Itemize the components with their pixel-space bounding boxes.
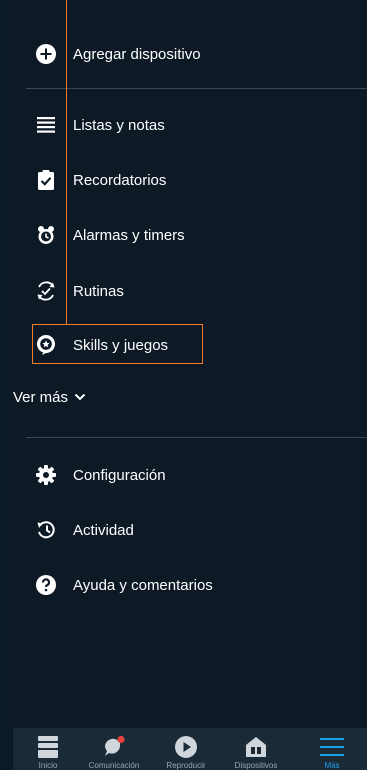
tab-devices[interactable]: Dispositivos: [221, 728, 291, 770]
play-icon: [173, 734, 199, 759]
menu-item-settings[interactable]: Configuración: [13, 455, 367, 495]
divider: [26, 88, 367, 89]
clipboard-check-icon: [35, 169, 57, 191]
annotation-pointer-line: [66, 0, 67, 325]
tab-more[interactable]: Más: [297, 728, 367, 770]
add-device-label: Agregar dispositivo: [73, 45, 201, 63]
alarm-clock-icon: [35, 224, 57, 246]
tab-home[interactable]: Inicio: [13, 728, 83, 770]
list-icon: [35, 114, 57, 136]
settings-label: Configuración: [73, 466, 166, 484]
see-more-button[interactable]: Ver más: [13, 387, 86, 407]
devices-icon: [243, 734, 269, 759]
tab-communication-label: Comunicación: [88, 761, 140, 770]
activity-label: Actividad: [73, 521, 134, 539]
plus-circle-icon: [35, 43, 57, 65]
help-question-icon: [35, 574, 57, 596]
lists-label: Listas y notas: [73, 116, 165, 134]
tab-communication[interactable]: Comunicación: [79, 728, 149, 770]
bottom-navigation: Inicio Comunicación Reproducir Dispositi…: [13, 728, 367, 770]
routine-check-icon: [35, 280, 57, 302]
history-icon: [35, 519, 57, 541]
tab-play[interactable]: Reproducir: [151, 728, 221, 770]
help-label: Ayuda y comentarios: [73, 576, 213, 594]
chat-bubble-icon: [101, 734, 127, 759]
hamburger-menu-icon: [319, 734, 345, 759]
routines-label: Rutinas: [73, 282, 124, 300]
menu-item-activity[interactable]: Actividad: [13, 510, 367, 550]
tab-play-label: Reproducir: [166, 761, 206, 770]
gear-icon: [35, 464, 57, 486]
menu-item-help[interactable]: Ayuda y comentarios: [13, 565, 367, 605]
divider: [26, 437, 367, 438]
alarms-label: Alarmas y timers: [73, 226, 185, 244]
tab-devices-label: Dispositivos: [234, 761, 278, 770]
reminders-label: Recordatorios: [73, 171, 167, 189]
tab-home-label: Inicio: [38, 761, 58, 770]
annotation-highlight-box: [32, 324, 203, 364]
chevron-down-icon: [74, 393, 86, 401]
tab-more-label: Más: [324, 761, 340, 770]
see-more-label: Ver más: [13, 388, 69, 406]
home-icon: [35, 734, 61, 759]
